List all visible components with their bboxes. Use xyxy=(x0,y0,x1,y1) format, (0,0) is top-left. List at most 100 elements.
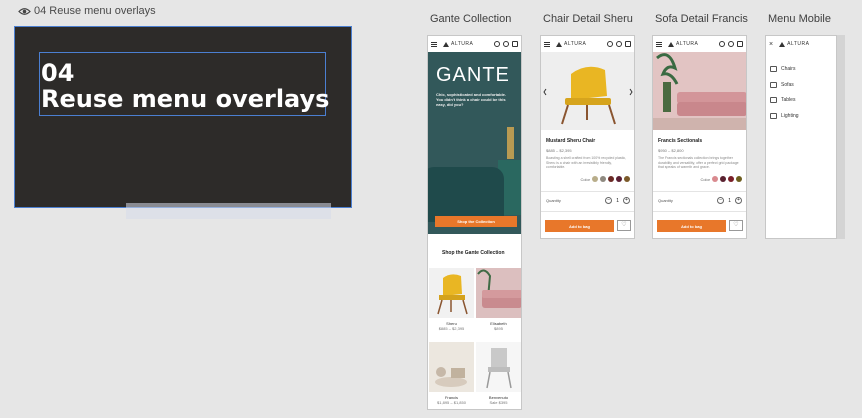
swatch-3[interactable] xyxy=(728,176,734,182)
search-icon[interactable] xyxy=(719,41,725,47)
product-image-sofa xyxy=(653,52,746,130)
hero-title: GANTE xyxy=(436,64,510,86)
wishlist-button[interactable]: ♡ xyxy=(617,220,631,231)
menu-item-lighting[interactable]: Lighting xyxy=(770,113,799,119)
swatch-3[interactable] xyxy=(608,176,614,182)
table-image xyxy=(435,367,467,387)
product-tile-benvenuto[interactable] xyxy=(476,342,521,392)
artboard-shadow xyxy=(837,35,845,239)
logo-icon xyxy=(779,41,786,47)
heart-icon: ♡ xyxy=(621,222,627,228)
artboard-gante-collection[interactable]: ALTURA GANTE Chic, sophisticated and com… xyxy=(427,35,522,410)
swatch-5[interactable] xyxy=(624,176,630,182)
add-to-bag-button[interactable]: Add to bag xyxy=(545,220,614,232)
menu-item-sofas[interactable]: Sofas xyxy=(770,82,794,88)
bag-icon[interactable] xyxy=(737,41,743,47)
plastic-chair-image xyxy=(486,348,512,389)
swatch-4[interactable] xyxy=(616,176,622,182)
swatch-4[interactable] xyxy=(736,176,742,182)
artboard-menu-mobile[interactable]: × ALTURA Chairs Sofas Tables Lighting xyxy=(765,35,837,239)
quantity-row: Quantity −1 + xyxy=(546,197,630,204)
site-header: ALTURA xyxy=(428,36,521,52)
tile-caption-benvenuto: Benvenuto Sale $395 xyxy=(488,395,509,405)
increment-button[interactable]: + xyxy=(735,197,742,204)
frame-label-sofa[interactable]: Sofa Detail Francis xyxy=(655,13,748,25)
product-image-chair xyxy=(541,52,634,130)
artboard-chair-detail[interactable]: ALTURA Mustard Sheru Chair $885 – $2,395… xyxy=(540,35,635,239)
divider xyxy=(653,191,746,192)
brand-logo[interactable]: ALTURA xyxy=(443,41,473,47)
divider xyxy=(541,211,634,212)
cover-title-line2: Reuse menu overlays xyxy=(41,85,330,113)
frame-label-menu[interactable]: Menu Mobile xyxy=(768,13,831,25)
user-icon[interactable] xyxy=(728,41,734,47)
tile-caption-francis: Francis $1,895 – $1,850 xyxy=(437,395,466,405)
table-icon xyxy=(770,97,777,103)
sofa-image xyxy=(476,268,521,318)
artboard-sofa-detail[interactable]: ALTURA Francis Sectionals $950 – $2,800 … xyxy=(652,35,747,239)
increment-button[interactable]: + xyxy=(623,197,630,204)
logo-icon xyxy=(668,41,674,47)
swatch-1[interactable] xyxy=(712,176,718,182)
bag-icon[interactable] xyxy=(625,41,631,47)
chair-image xyxy=(437,274,468,315)
site-header: ALTURA xyxy=(653,36,746,52)
cover-title[interactable]: 04 Reuse menu overlays xyxy=(41,60,329,112)
tile-caption-elisabeth: Elisabeth $895 xyxy=(490,321,507,331)
search-icon[interactable] xyxy=(607,41,613,47)
hamburger-icon[interactable] xyxy=(431,41,437,47)
logo-icon xyxy=(556,41,562,47)
bag-icon[interactable] xyxy=(512,41,518,47)
hamburger-icon[interactable] xyxy=(544,41,550,47)
cover-artboard[interactable]: 04 Reuse menu overlays xyxy=(14,26,352,208)
swatch-1[interactable] xyxy=(592,176,598,182)
frame-label-gante[interactable]: Gante Collection xyxy=(430,13,511,25)
site-header: ALTURA xyxy=(541,36,634,52)
product-tile-francis[interactable] xyxy=(429,342,474,392)
add-to-bag-button[interactable]: Add to bag xyxy=(657,220,726,232)
product-tile-elisabeth[interactable] xyxy=(476,268,521,318)
swatch-2[interactable] xyxy=(720,176,726,182)
color-selector: Color xyxy=(700,176,742,182)
close-icon[interactable]: × xyxy=(769,41,773,48)
swatch-2[interactable] xyxy=(600,176,606,182)
hero-banner: GANTE Chic, sophisticated and comfortabl… xyxy=(428,52,521,234)
product-price: $885 – $2,395 xyxy=(546,148,572,153)
quantity-row: Quantity −1 + xyxy=(658,197,742,204)
brand-logo[interactable]: ALTURA xyxy=(779,41,809,47)
product-name: Francis Sectionals xyxy=(658,138,703,144)
tile-caption-sheru: Sheru $885 – $2,395 xyxy=(438,321,465,331)
brand-logo[interactable]: ALTURA xyxy=(556,41,586,47)
eye-icon xyxy=(18,7,31,15)
cover-title-line1: 04 xyxy=(41,59,75,87)
search-icon[interactable] xyxy=(494,41,500,47)
hero-copy: Chic, sophisticated and comfortable. You… xyxy=(436,92,507,107)
product-name: Mustard Sheru Chair xyxy=(546,138,596,144)
menu-item-chairs[interactable]: Chairs xyxy=(770,66,795,72)
product-description: Boasting a shell crafted from 100% recyc… xyxy=(546,156,627,169)
product-price: $950 – $2,800 xyxy=(658,148,684,153)
drag-ghost xyxy=(126,203,331,219)
sofa-icon xyxy=(770,82,777,88)
frame-label-chair[interactable]: Chair Detail Sheru xyxy=(543,13,633,25)
menu-item-tables[interactable]: Tables xyxy=(770,97,795,103)
brand-logo[interactable]: ALTURA xyxy=(668,41,698,47)
divider xyxy=(541,191,634,192)
lamp-icon xyxy=(770,113,777,119)
user-icon[interactable] xyxy=(503,41,509,47)
section-title: Shop the Gante Collection xyxy=(442,250,505,256)
sofa-image xyxy=(428,167,504,222)
hamburger-icon[interactable] xyxy=(656,41,662,47)
shop-collection-button[interactable]: Shop the Collection xyxy=(435,216,517,227)
quantity-value: 1 xyxy=(616,197,619,204)
decrement-button[interactable]: − xyxy=(605,197,613,204)
page-label[interactable]: 04 Reuse menu overlays xyxy=(18,5,156,17)
menu-header: × ALTURA xyxy=(766,36,836,52)
logo-icon xyxy=(443,41,449,47)
decrement-button[interactable]: − xyxy=(717,197,725,204)
page-label-text: 04 Reuse menu overlays xyxy=(34,5,156,17)
wishlist-button[interactable]: ♡ xyxy=(729,220,743,231)
product-tile-sheru[interactable] xyxy=(429,268,474,318)
color-selector: Color xyxy=(580,176,630,182)
user-icon[interactable] xyxy=(616,41,622,47)
